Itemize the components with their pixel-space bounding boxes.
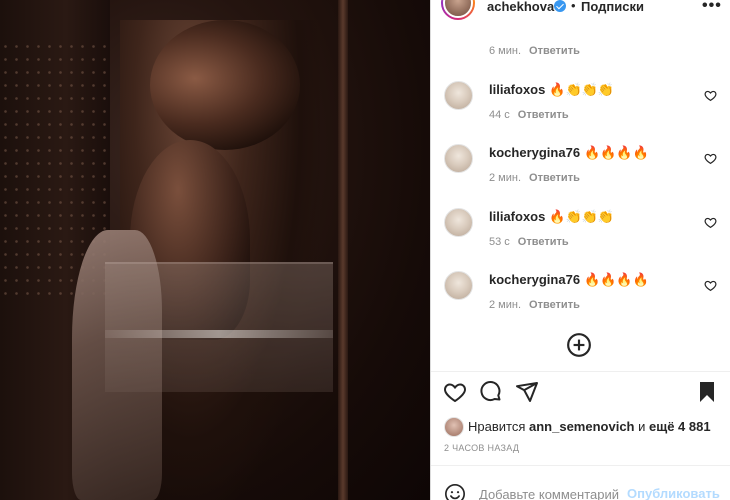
section-divider — [431, 371, 730, 372]
liker-avatar[interactable] — [444, 417, 464, 437]
post-timestamp[interactable]: 2 ЧАСОВ НАЗАД — [444, 443, 519, 453]
comment-time: 6 мин. — [489, 45, 522, 57]
commenter-username[interactable]: kocherygina76 — [489, 145, 580, 160]
comment-text-line: kocherygina76 🔥🔥🔥🔥 — [489, 272, 649, 288]
author-avatar[interactable] — [441, 0, 475, 20]
sink-reflection — [105, 262, 333, 392]
comment-body: 🔥🔥🔥🔥 — [584, 145, 649, 160]
reply-button[interactable]: Ответить — [518, 236, 569, 248]
reply-button[interactable]: Ответить — [529, 45, 580, 57]
comment-text-line: liliafoxos 🔥👏👏👏 — [489, 209, 614, 225]
comment-time: 44 с — [489, 109, 510, 121]
comment-time: 2 мин. — [489, 299, 522, 311]
heart-icon[interactable] — [443, 380, 467, 404]
comment-like-heart-icon[interactable] — [704, 152, 717, 165]
comment-bubble-icon[interactable] — [479, 380, 503, 404]
comment-meta: 44 с Ответить — [489, 109, 569, 121]
likes-conjunction: и — [638, 419, 646, 434]
author-username[interactable]: achekhova — [487, 0, 554, 14]
header-separator: • — [571, 0, 576, 13]
commenter-username[interactable]: liliafoxos — [489, 209, 545, 224]
reply-button[interactable]: Ответить — [529, 299, 580, 311]
comment-like-heart-icon[interactable] — [704, 89, 717, 102]
paper-plane-icon[interactable] — [515, 380, 539, 404]
verified-badge-icon — [554, 0, 566, 12]
comment-item: liliafoxos 🔥👏👏👏 44 с Ответить — [431, 81, 730, 137]
comment-item: kocherygina76 🔥🔥🔥🔥 2 мин. Ответить — [431, 144, 730, 200]
commenter-username[interactable]: kocherygina76 — [489, 272, 580, 287]
publish-button[interactable]: Опубликовать — [627, 486, 720, 500]
comment-meta: 2 мин. Ответить — [489, 299, 580, 311]
person-head — [150, 20, 300, 150]
commenter-avatar[interactable] — [444, 208, 473, 237]
more-horizontal-icon[interactable]: ••• — [702, 0, 722, 14]
add-comment-bar: Опубликовать — [431, 466, 730, 500]
likes-count[interactable]: ещё 4 881 — [649, 419, 711, 434]
following-button[interactable]: Подписки — [581, 0, 644, 14]
comment-input[interactable] — [479, 486, 619, 500]
comment-body: 🔥🔥🔥🔥 — [584, 272, 649, 287]
post-header: achekhova • Подписки ••• — [431, 0, 730, 24]
shower-frame — [338, 0, 348, 500]
reply-button[interactable]: Ответить — [518, 109, 569, 121]
post-photo[interactable] — [0, 0, 430, 500]
comment-item: liliafoxos 🔥👏👏👏 53 с Ответить — [431, 208, 730, 264]
comment-meta: 2 мин. Ответить — [489, 172, 580, 184]
smiley-icon[interactable] — [444, 483, 466, 500]
plus-circle-icon[interactable] — [566, 332, 592, 358]
bookmark-icon[interactable] — [695, 380, 719, 404]
previous-comment-meta: 6 мин. Ответить — [489, 45, 580, 57]
comment-time: 2 мин. — [489, 172, 522, 184]
comment-body: 🔥👏👏👏 — [549, 82, 615, 97]
commenter-username[interactable]: liliafoxos — [489, 82, 545, 97]
sink-edge — [105, 330, 333, 338]
post-actions — [431, 380, 730, 408]
commenter-avatar[interactable] — [444, 81, 473, 110]
commenter-avatar[interactable] — [444, 271, 473, 300]
comment-body: 🔥👏👏👏 — [549, 209, 615, 224]
reply-button[interactable]: Ответить — [529, 172, 580, 184]
post-sidebar: achekhova • Подписки ••• 6 мин. Ответить … — [430, 0, 730, 500]
comment-time: 53 с — [489, 236, 510, 248]
comment-item: kocherygina76 🔥🔥🔥🔥 2 мин. Ответить — [431, 271, 730, 327]
comment-like-heart-icon[interactable] — [704, 216, 717, 229]
commenter-avatar[interactable] — [444, 144, 473, 173]
likes-prefix: Нравится — [468, 419, 526, 434]
comment-meta: 53 с Ответить — [489, 236, 569, 248]
liker-username[interactable]: ann_semenovich — [529, 419, 635, 434]
comment-text-line: kocherygina76 🔥🔥🔥🔥 — [489, 145, 649, 161]
likes-text: Нравится ann_semenovich и ещё 4 881 — [468, 419, 711, 434]
comment-text-line: liliafoxos 🔥👏👏👏 — [489, 82, 614, 98]
comment-like-heart-icon[interactable] — [704, 279, 717, 292]
